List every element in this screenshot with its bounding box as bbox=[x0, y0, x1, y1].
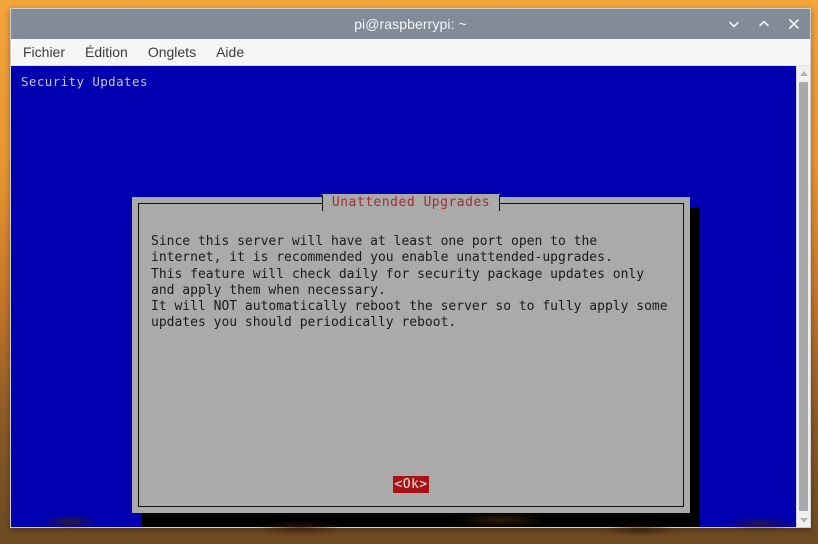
chevron-up-icon bbox=[759, 20, 769, 27]
scrollbar-track[interactable] bbox=[797, 80, 810, 513]
unattended-upgrades-dialog: Unattended Upgrades Since this server wi… bbox=[132, 194, 690, 513]
window-title: pi@raspberrypi: ~ bbox=[354, 16, 467, 32]
maximize-button[interactable] bbox=[756, 16, 772, 32]
triangle-up-icon bbox=[799, 70, 808, 76]
terminal-scrollbar[interactable] bbox=[796, 66, 810, 527]
menu-item-edition[interactable]: Édition bbox=[85, 44, 128, 60]
close-button[interactable] bbox=[786, 16, 802, 32]
menu-item-fichier[interactable]: Fichier bbox=[23, 44, 65, 60]
dialog-title-bar: Unattended Upgrades bbox=[139, 194, 683, 212]
dialog-title: Unattended Upgrades bbox=[321, 194, 501, 212]
menubar: Fichier Édition Onglets Aide bbox=[11, 39, 810, 66]
ok-button[interactable]: <Ok> bbox=[392, 476, 430, 493]
triangle-down-icon bbox=[799, 517, 808, 523]
dialog-message-text: Since this server will have at least one… bbox=[151, 234, 668, 331]
menu-item-onglets[interactable]: Onglets bbox=[148, 44, 196, 60]
chevron-down-icon bbox=[729, 21, 739, 28]
scrollbar-up-button[interactable] bbox=[797, 66, 810, 80]
scrollbar-down-button[interactable] bbox=[797, 513, 810, 527]
minimize-button[interactable] bbox=[726, 16, 742, 32]
window-controls bbox=[726, 9, 802, 39]
menu-item-aide[interactable]: Aide bbox=[216, 44, 244, 60]
terminal-window: pi@raspberrypi: ~ Fichier Édition Onglet… bbox=[10, 8, 811, 528]
desktop-wallpaper: pi@raspberrypi: ~ Fichier Édition Onglet… bbox=[0, 0, 818, 544]
close-icon bbox=[789, 19, 799, 29]
dialog-backtitle: Security Updates bbox=[21, 74, 148, 89]
scrollbar-thumb[interactable] bbox=[799, 82, 808, 511]
dialog-button-row: <Ok> bbox=[139, 476, 683, 493]
terminal-body: Security Updates Unattended Upgrades Sin… bbox=[11, 66, 810, 527]
dialog-frame: Unattended Upgrades Since this server wi… bbox=[138, 194, 684, 507]
window-titlebar[interactable]: pi@raspberrypi: ~ bbox=[11, 9, 810, 39]
terminal-screen[interactable]: Security Updates Unattended Upgrades Sin… bbox=[11, 66, 796, 527]
